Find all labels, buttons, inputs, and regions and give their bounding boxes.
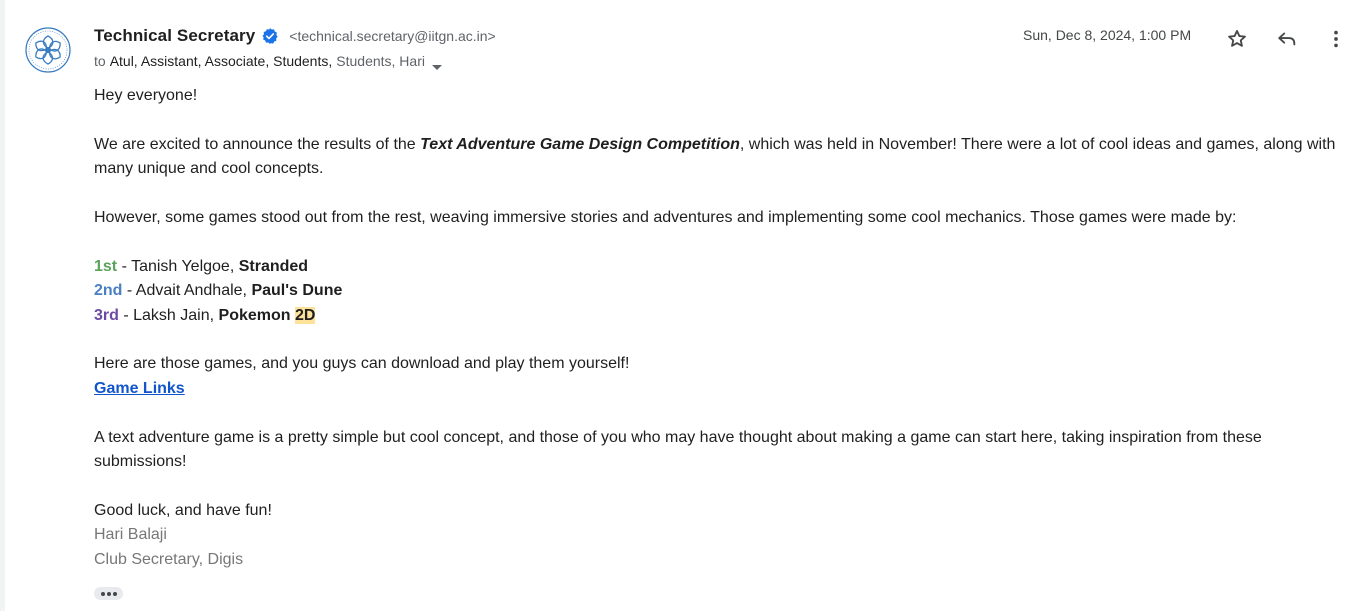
- more-options-button[interactable]: [1322, 25, 1350, 53]
- place-first: 1st: [94, 257, 118, 275]
- verified-badge-icon: [261, 27, 279, 45]
- game-title: Pokemon: [218, 306, 295, 324]
- winner-name: Laksh Jain,: [133, 306, 219, 324]
- result-first: 1st - Tanish Yelgoe, Stranded: [94, 255, 1344, 279]
- signature-name: Hari Balaji: [94, 526, 167, 544]
- recipients-line: to Atul, Assistant, Associate, Students,…: [94, 51, 442, 71]
- reply-icon: [1278, 32, 1296, 46]
- result-second: 2nd - Advait Andhale, Paul's Dune: [94, 279, 1344, 303]
- sender-email: <technical.secretary@iitgn.ac.in>: [289, 28, 496, 44]
- recipient-more: Students, Hari: [336, 53, 425, 69]
- star-icon: [1228, 30, 1246, 47]
- message-date: Sun, Dec 8, 2024, 1:00 PM: [1023, 27, 1192, 43]
- separator: -: [118, 306, 134, 324]
- sender-line: Technical Secretary <technical.secretary…: [94, 24, 496, 48]
- winners-intro: However, some games stood out from the r…: [94, 209, 1237, 226]
- signature-title: Club Secretary, Digis: [94, 550, 244, 568]
- more-vert-icon: [1334, 30, 1338, 48]
- greeting: Hey everyone!: [94, 87, 198, 104]
- chevron-down-icon[interactable]: [431, 58, 442, 70]
- to-label: to: [94, 53, 106, 69]
- place-second: 2nd: [94, 282, 123, 300]
- left-strip: [0, 0, 5, 611]
- avatar[interactable]: [24, 26, 72, 74]
- show-trimmed-content-button[interactable]: [94, 587, 123, 600]
- game-title: Paul's Dune: [251, 282, 343, 300]
- game-title: Stranded: [238, 257, 309, 275]
- recipient-names: Atul, Assistant, Associate, Students,: [109, 53, 333, 69]
- result-third: 3rd - Laksh Jain, Pokemon 2D: [94, 304, 1344, 328]
- reply-button[interactable]: [1273, 25, 1301, 53]
- winner-name: Tanish Yelgoe,: [131, 257, 239, 275]
- announcement-paragraph: We are excited to announce the results o…: [94, 133, 1344, 182]
- p1-before: We are excited to announce the results o…: [94, 135, 421, 153]
- closing-line: Good luck, and have fun!: [94, 501, 272, 519]
- message-body: Hey everyone! We are excited to announce…: [94, 84, 1344, 572]
- ellipsis-icon: [100, 591, 117, 596]
- sender-name[interactable]: Technical Secretary: [94, 26, 255, 46]
- concept-paragraph: A text adventure game is a pretty simple…: [94, 428, 1262, 471]
- separator: -: [117, 257, 132, 275]
- separator: -: [122, 282, 136, 300]
- game-links-link[interactable]: Game Links: [94, 380, 185, 397]
- highlighted-text: 2D: [294, 306, 316, 324]
- institute-logo-icon: [25, 27, 71, 73]
- message-header: Technical Secretary <technical.secretary…: [94, 24, 1344, 74]
- star-button[interactable]: [1223, 25, 1251, 53]
- download-paragraph: Here are those games, and you guys can d…: [94, 355, 630, 373]
- competition-title: Text Adventure Game Design Competition: [420, 135, 740, 153]
- place-third: 3rd: [94, 306, 119, 324]
- winner-name: Advait Andhale,: [135, 282, 252, 300]
